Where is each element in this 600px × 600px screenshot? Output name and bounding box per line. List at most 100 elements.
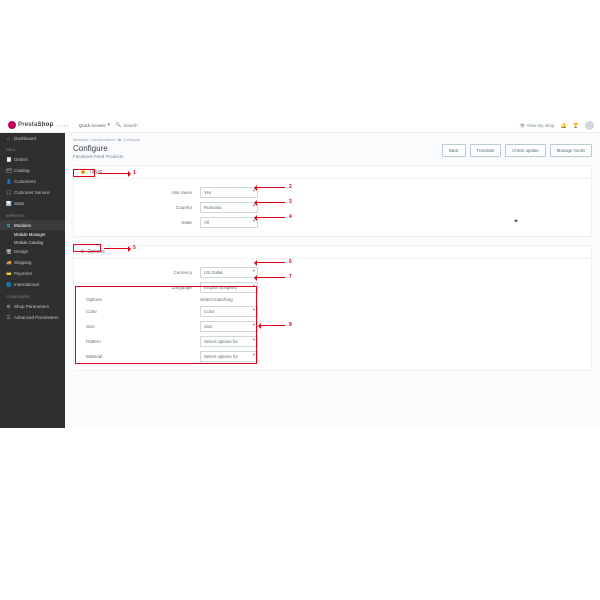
label-color: Color — [80, 309, 200, 314]
select-size[interactable]: Size — [200, 321, 258, 332]
label-country: Country — [80, 205, 200, 210]
stats-icon: 📊 — [6, 201, 11, 207]
sidebar-item-label: Dashboard — [14, 136, 36, 141]
sidebar-section-improve: IMPROVE — [0, 209, 65, 220]
customers-icon: 👤 — [6, 179, 11, 185]
sidebar-item-label: Design — [14, 249, 28, 254]
quick-access-label: Quick Access — [79, 123, 106, 128]
sidebar-section-configure: CONFIGURE — [0, 290, 65, 301]
search-input[interactable] — [123, 123, 173, 128]
chevron-down-icon: ▾ — [108, 122, 110, 128]
sidebar-item-design[interactable]: 🖥Design — [0, 246, 65, 257]
shipping-icon: 🚚 — [6, 260, 11, 266]
brand-text: PrestaShop — [18, 122, 53, 128]
avatar[interactable] — [585, 121, 594, 130]
translate-button[interactable]: Translate — [470, 144, 502, 157]
notifications-icon[interactable]: 🔔 — [561, 123, 567, 129]
quick-access-dropdown[interactable]: Quick Access ▾ — [79, 122, 110, 128]
brand-mark-icon — [8, 121, 16, 129]
annotation-7: 7 — [289, 274, 292, 280]
sidebar-item-label: Advanced Parameters — [14, 315, 59, 320]
sidebar-subitem-module-catalog[interactable]: Module Catalog — [14, 238, 65, 246]
label-currency: Currency — [80, 270, 200, 275]
sidebar-item-label: Modules — [14, 223, 31, 228]
brand-logo[interactable]: PrestaShop 1.7.4.2 — [8, 121, 69, 129]
design-icon: 🖥 — [6, 249, 11, 255]
select-pattern[interactable]: Select options for — [200, 336, 258, 347]
sidebar-item-modules[interactable]: ⧉Modules — [0, 220, 65, 230]
manage-hooks-button[interactable]: Manage hooks — [550, 144, 592, 157]
label-material: Material — [80, 354, 200, 359]
globe-icon: 🌐 — [6, 282, 11, 288]
sidebar-item-dashboard[interactable]: ⌂Dashboard — [0, 133, 65, 143]
arrow-1 — [98, 173, 130, 174]
sidebar-item-label: Shop Parameters — [14, 304, 49, 309]
sidebar-item-orders[interactable]: 🧾Orders — [0, 154, 65, 165]
select-currency[interactable]: US Dollar — [200, 267, 258, 278]
sidebar-submenu-modules: Module Manager Module Catalog — [0, 230, 65, 246]
panel-taxes: 💰Taxes Use taxes Yes Country Romania Sta… — [73, 165, 592, 237]
sidebar-item-shop-params[interactable]: ⚙Shop Parameters — [0, 301, 65, 312]
sidebar-item-customers[interactable]: 👤Customers — [0, 176, 65, 187]
arrow-6 — [255, 262, 285, 263]
sidebar-item-label: Payment — [14, 271, 32, 276]
sidebar-item-catalog[interactable]: 🗂Catalog — [0, 165, 65, 176]
select-material[interactable]: Select options for — [200, 351, 258, 362]
select-use-taxes[interactable]: Yes — [200, 187, 258, 198]
trophy-icon[interactable]: 🏆 — [573, 123, 579, 129]
annotation-8: 8 — [289, 322, 292, 328]
select-color[interactable]: Color — [200, 306, 258, 317]
sidebar-item-shipping[interactable]: 🚚Shipping — [0, 257, 65, 268]
label-size: Size — [80, 324, 200, 329]
label-use-taxes: Use taxes — [80, 190, 200, 195]
panel-title: Options — [87, 249, 104, 255]
sidebar-item-advanced-params[interactable]: ☰Advanced Parameters — [0, 312, 65, 323]
sidebar-item-label: Stats — [14, 201, 24, 206]
sidebar-item-label: Shipping — [14, 260, 32, 265]
sidebar-subitem-module-manager[interactable]: Module Manager — [14, 230, 65, 238]
annotation-5: 5 — [133, 245, 136, 251]
panel-taxes-header: 💰Taxes — [74, 166, 591, 179]
page-title: Configure — [73, 144, 123, 153]
arrow-8 — [259, 325, 285, 326]
panel-options-header: ⚙Options — [74, 246, 591, 259]
options-grid-header: Options Select matching — [80, 297, 585, 302]
panel-options: ⚙Options Currency US Dollar Language Eng… — [73, 245, 592, 371]
app-window: PrestaShop 1.7.4.2 Quick Access ▾ 🔍 👁 Vi… — [0, 118, 600, 428]
select-state[interactable]: All — [200, 217, 258, 228]
sidebar-item-label: Customers — [14, 179, 36, 184]
catalog-icon: 🗂 — [6, 168, 11, 174]
search-box[interactable]: 🔍 — [116, 122, 174, 128]
sidebar-item-stats[interactable]: 📊Stats — [0, 198, 65, 209]
payment-icon: 💳 — [6, 271, 11, 277]
panel-title: Taxes — [89, 169, 102, 175]
view-shop-link[interactable]: 👁 View my shop — [520, 123, 555, 129]
sidebar-item-international[interactable]: 🌐International — [0, 279, 65, 290]
sidebar-item-label: International — [14, 282, 39, 287]
orders-icon: 🧾 — [6, 157, 11, 163]
sidebar-item-payment[interactable]: 💳Payment — [0, 268, 65, 279]
support-icon: 🎧 — [6, 190, 11, 196]
select-country[interactable]: Romania — [200, 202, 258, 213]
sidebar-item-label: Orders — [14, 157, 28, 162]
sidebar: ⌂Dashboard SELL 🧾Orders 🗂Catalog 👤Custom… — [0, 133, 65, 428]
arrow-7 — [255, 277, 285, 278]
check-update-button[interactable]: Check update — [505, 144, 546, 157]
label-pattern: Pattern — [80, 339, 200, 344]
label-state: State — [80, 220, 200, 225]
main-content: Modules / facebookfeed / ▶ Configure Con… — [65, 133, 600, 428]
sidebar-item-customer-service[interactable]: 🎧Customer Service — [0, 187, 65, 198]
annotation-6: 6 — [289, 259, 292, 265]
gear-icon: ⚙ — [6, 304, 11, 310]
top-bar: PrestaShop 1.7.4.2 Quick Access ▾ 🔍 👁 Vi… — [0, 118, 600, 133]
back-button[interactable]: Back — [442, 144, 466, 157]
sidebar-item-label: Catalog — [14, 168, 30, 173]
dashboard-icon: ⌂ — [6, 136, 11, 141]
breadcrumb[interactable]: Modules / facebookfeed / ▶ Configure — [65, 133, 600, 142]
select-language[interactable]: English (English) — [200, 282, 258, 293]
arrow-5 — [104, 248, 130, 249]
cogs-icon: ⚙ — [80, 249, 84, 255]
cursor-icon: ⌖ — [514, 218, 518, 226]
page-header: Configure Facebook Feed Products Back Tr… — [65, 142, 600, 165]
annotation-4: 4 — [289, 214, 292, 220]
